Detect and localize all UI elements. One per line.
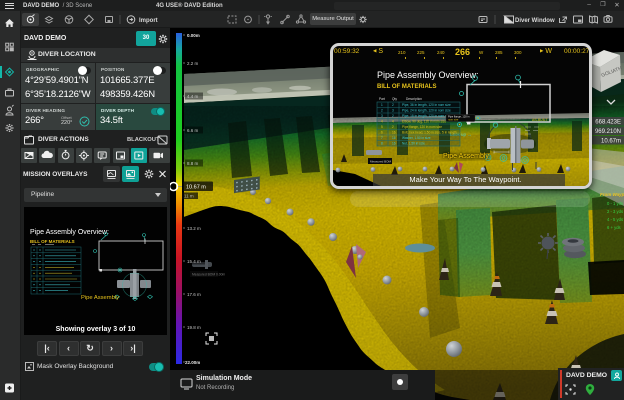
svg-text:Nut, 1.50 in size: Nut, 1.50 in size bbox=[402, 142, 425, 146]
svg-text:Part: Part bbox=[379, 97, 385, 101]
svg-text:6 + yds: 6 + yds bbox=[607, 225, 621, 230]
svg-text:22.00m: 22.00m bbox=[185, 360, 200, 365]
svg-text:15.4 m: 15.4 m bbox=[187, 259, 201, 264]
svg-text:11 m: 11 m bbox=[184, 194, 194, 199]
svg-text:13.2 m: 13.2 m bbox=[187, 226, 201, 231]
svg-text:Pipe, 36 in length, 120 in nom: Pipe, 36 in length, 120 in nom size bbox=[402, 103, 451, 107]
svg-text:Qty: Qty bbox=[392, 97, 397, 101]
svg-text:Pipe, 18 in length, 120 in nom: Pipe, 18 in length, 120 in nom size bbox=[402, 114, 451, 118]
svg-text:4.4 m: 4.4 m bbox=[187, 94, 199, 99]
svg-text:Description: Description bbox=[406, 97, 422, 101]
svg-text:Diver Window: Diver Window bbox=[515, 18, 555, 24]
svg-text:2.2 m: 2.2 m bbox=[187, 61, 199, 66]
svg-text:0.00m: 0.00m bbox=[187, 33, 200, 38]
svg-text:Elbow, 90 deg, 120 in nom size: Elbow, 90 deg, 120 in nom size bbox=[402, 120, 446, 124]
svg-text:7: 7 bbox=[381, 136, 383, 140]
svg-text:17.6 m: 17.6 m bbox=[187, 292, 201, 297]
svg-text:10.67m: 10.67m bbox=[601, 139, 621, 145]
svg-text:1: 1 bbox=[381, 103, 383, 107]
svg-text:2 - 3 yds: 2 - 3 yds bbox=[607, 209, 623, 214]
svg-text:0 - 1 yds: 0 - 1 yds bbox=[607, 201, 623, 206]
svg-text:5: 5 bbox=[381, 125, 383, 129]
svg-text:Pipe, 24 in length, 120 in nom: Pipe, 24 in length, 120 in nom size bbox=[402, 109, 451, 113]
svg-text:668.423E: 668.423E bbox=[595, 120, 621, 126]
svg-text:6: 6 bbox=[381, 131, 383, 135]
svg-text:16: 16 bbox=[392, 131, 396, 135]
svg-text:From Waypoint: From Waypoint bbox=[600, 192, 624, 197]
svg-text:Import: Import bbox=[139, 18, 158, 24]
svg-text:Pipe flange, 120 in nom size: Pipe flange, 120 in nom size bbox=[402, 125, 442, 129]
svg-text:Bolt, hex head, 1.50 in size,: Bolt, hex head, 1.50 in size, 5 in lengt… bbox=[402, 131, 457, 135]
svg-text:8: 8 bbox=[381, 142, 383, 146]
svg-text:4: 4 bbox=[381, 120, 383, 124]
svg-text:2: 2 bbox=[392, 114, 394, 118]
svg-text:AS-BUILT: AS-BUILT bbox=[532, 118, 548, 122]
svg-text:19.8 m: 19.8 m bbox=[187, 325, 201, 330]
svg-text:2: 2 bbox=[392, 125, 394, 129]
svg-text:969.210N: 969.210N bbox=[595, 129, 621, 135]
svg-text:2: 2 bbox=[392, 103, 394, 107]
svg-text:16: 16 bbox=[392, 136, 396, 140]
svg-text:4 - 5 yds: 4 - 5 yds bbox=[607, 217, 623, 222]
svg-text:nom size: nom size bbox=[448, 118, 459, 122]
svg-text:4: 4 bbox=[392, 120, 394, 124]
svg-text:6.6 m: 6.6 m bbox=[187, 128, 199, 133]
svg-text:3: 3 bbox=[392, 109, 394, 113]
svg-text:16: 16 bbox=[392, 142, 396, 146]
svg-text:Measured BOM 0.00m: Measured BOM 0.00m bbox=[192, 273, 225, 277]
svg-text:3: 3 bbox=[381, 114, 383, 118]
svg-text:10.67 m: 10.67 m bbox=[186, 185, 206, 191]
svg-text:2: 2 bbox=[381, 109, 383, 113]
svg-text:Washer, 1.50 in size: Washer, 1.50 in size bbox=[402, 136, 431, 140]
svg-text:8.8 m: 8.8 m bbox=[187, 161, 199, 166]
